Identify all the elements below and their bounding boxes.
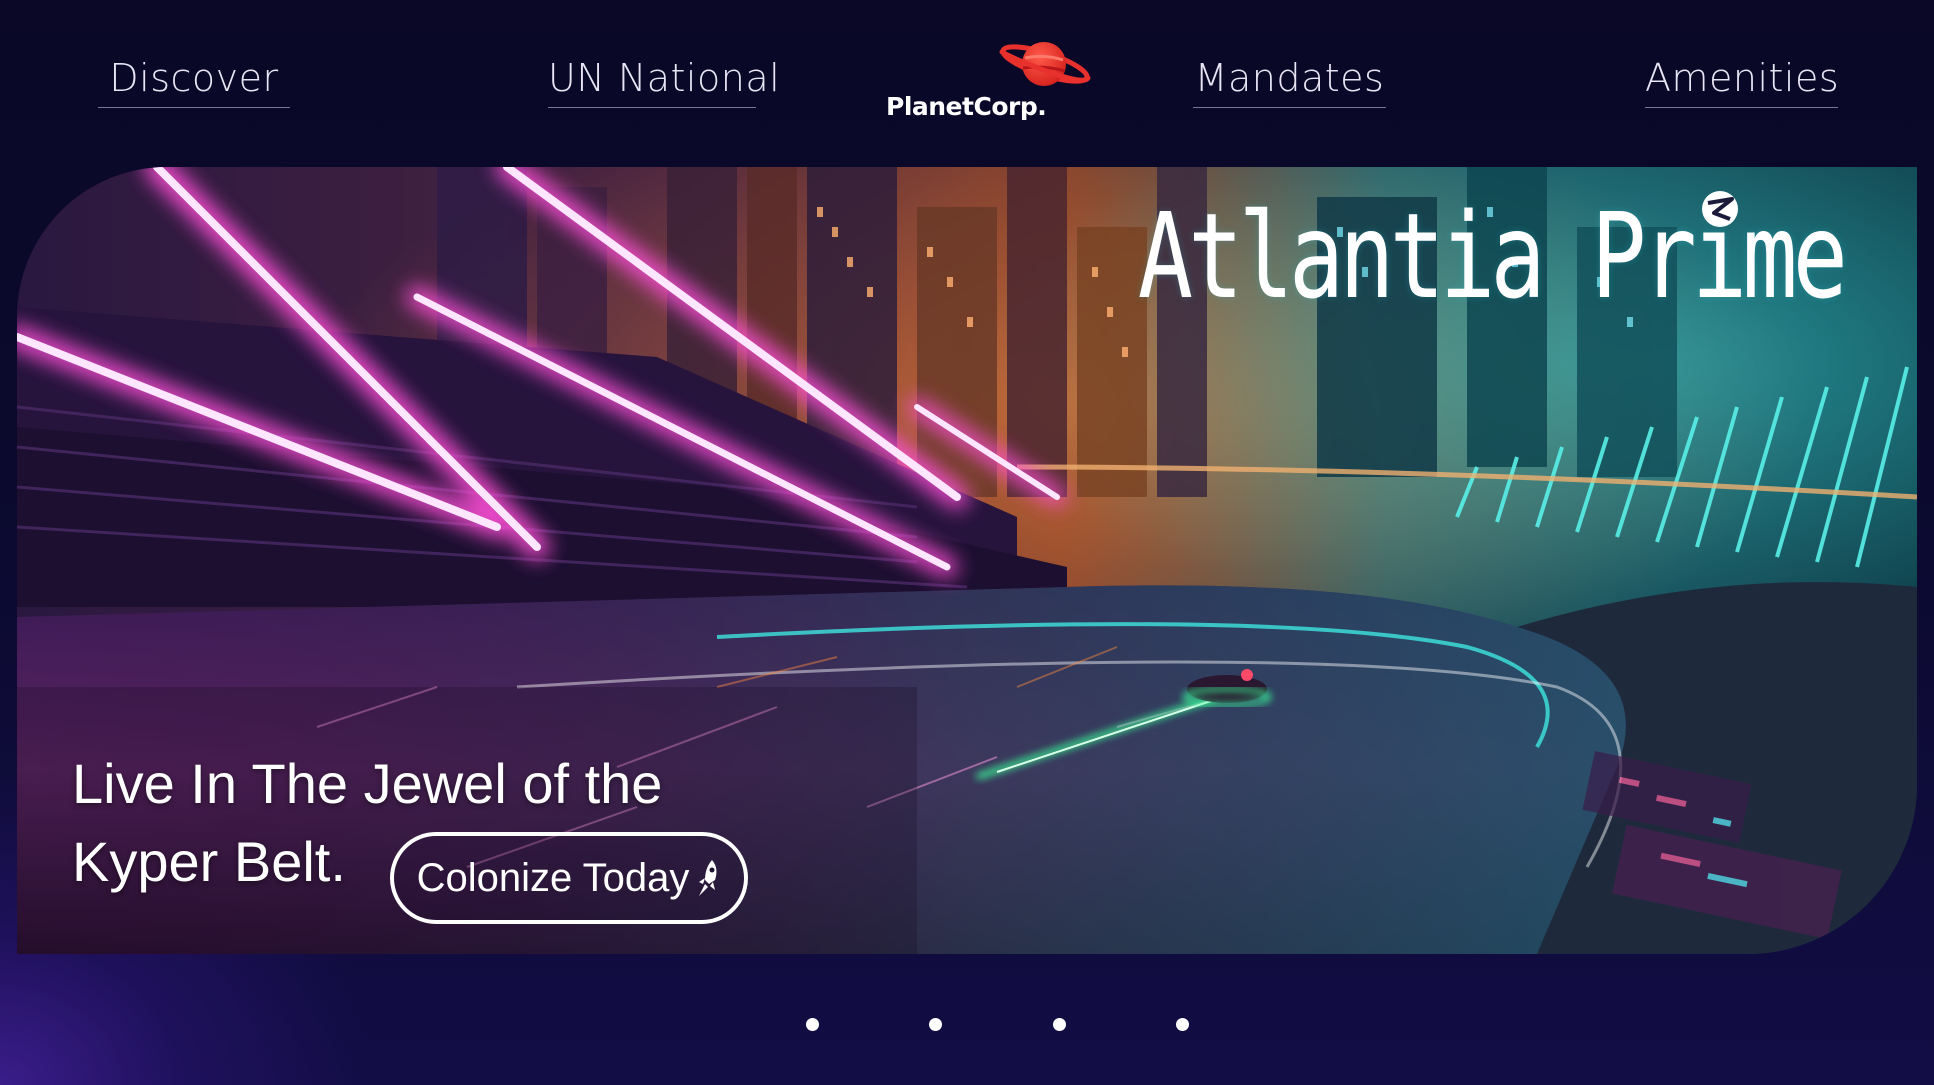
emblem-icon xyxy=(1702,191,1738,227)
colonize-today-button[interactable]: Colonize Today xyxy=(390,832,748,924)
logo-text: PlanetCorp. xyxy=(886,92,1047,121)
tagline-line-1: Live In The Jewel of the xyxy=(72,752,663,815)
nav-amenities[interactable]: Amenities xyxy=(1645,52,1839,108)
cta-label: Colonize Today xyxy=(416,855,690,900)
rocket-icon xyxy=(699,860,717,896)
carousel-dots xyxy=(0,1018,1934,1032)
carousel-dot-4[interactable] xyxy=(1176,1018,1189,1031)
carousel-dot-3[interactable] xyxy=(1053,1018,1066,1031)
nav-mandates[interactable]: Mandates xyxy=(1193,52,1386,108)
nav-un-national[interactable]: UN National xyxy=(548,52,780,108)
carousel-dot-2[interactable] xyxy=(929,1018,942,1031)
nav-discover[interactable]: Discover xyxy=(98,52,290,108)
planetcorp-logo[interactable]: PlanetCorp. xyxy=(880,40,1100,130)
carousel-dot-1[interactable] xyxy=(806,1018,819,1031)
hero-banner: Atlantia Prime Live In The Jewel of the … xyxy=(17,167,1917,954)
